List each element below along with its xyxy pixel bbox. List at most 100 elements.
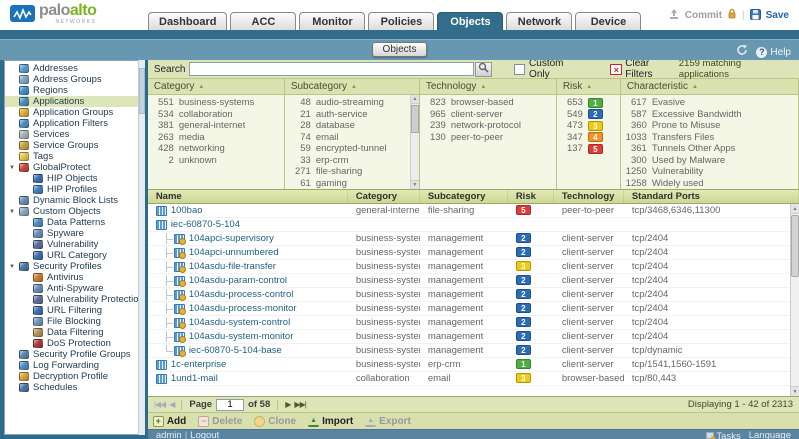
filter-item[interactable]: 28database xyxy=(285,120,419,132)
last-page-button[interactable]: ▶▶| xyxy=(294,400,305,409)
application-name-link[interactable]: 100bao xyxy=(171,205,203,216)
logout-link[interactable]: Logout xyxy=(190,430,219,439)
delete-button[interactable]: −Delete xyxy=(198,416,242,427)
filter-scrollbar[interactable]: ▲▼ xyxy=(410,95,419,189)
first-page-button[interactable]: |◀◀ xyxy=(154,400,165,409)
sidebar-item-hip-profiles[interactable]: HIP Profiles xyxy=(5,184,144,195)
prev-page-button[interactable]: ◀ xyxy=(169,400,174,409)
filter-item[interactable]: 263media xyxy=(148,132,284,144)
sidebar-item-vulnerability[interactable]: Vulnerability xyxy=(5,239,144,250)
filter-column-header-category[interactable]: Category▲ xyxy=(148,79,284,95)
filter-item[interactable]: 130peer-to-peer xyxy=(420,132,556,144)
table-scroll-thumb[interactable] xyxy=(791,215,799,277)
application-name-link[interactable]: 104asdu-process-monitor xyxy=(189,303,297,314)
tab-policies[interactable]: Policies xyxy=(368,12,434,30)
scroll-up-icon[interactable]: ▲ xyxy=(411,95,419,104)
filter-item[interactable]: 300Used by Malware xyxy=(621,155,798,167)
sidebar-item-dynamic-block-lists[interactable]: Dynamic Block Lists xyxy=(5,195,144,206)
expander-icon[interactable]: ▼ xyxy=(9,262,19,272)
sidebar-item-hip-objects[interactable]: HIP Objects xyxy=(5,173,144,184)
filter-column-header-characteristic[interactable]: Characteristic▲ xyxy=(621,79,798,95)
sidebar-item-url-filtering[interactable]: URL Filtering xyxy=(5,305,144,316)
application-name-link[interactable]: 104asdu-param-control xyxy=(189,275,287,286)
filter-item[interactable]: 617Evasive xyxy=(621,97,798,109)
filter-item[interactable]: 1258Widely used xyxy=(621,178,798,190)
column-header-technology[interactable]: Technology xyxy=(554,190,624,203)
filter-item[interactable]: 534collaboration xyxy=(148,109,284,121)
application-name-link[interactable]: 1c-enterprise xyxy=(171,359,226,370)
clone-button[interactable]: Clone xyxy=(254,416,296,427)
sidebar-item-spyware[interactable]: Spyware xyxy=(5,228,144,239)
sidebar-item-schedules[interactable]: Schedules xyxy=(5,382,144,393)
filter-item[interactable]: 823browser-based xyxy=(420,97,556,109)
filter-item[interactable]: 2unknown xyxy=(148,155,284,167)
application-name-link[interactable]: 104apci-supervisory xyxy=(189,233,274,244)
filter-item[interactable]: 3474 xyxy=(557,132,620,144)
language-button[interactable]: Language xyxy=(749,430,791,439)
page-input[interactable] xyxy=(216,399,244,411)
commit-button[interactable]: Commit xyxy=(685,10,722,21)
filter-item[interactable]: 1250Vulnerability xyxy=(621,166,798,178)
sidebar-scroll-thumb[interactable] xyxy=(139,68,145,114)
filter-item[interactable]: 361Tunnels Other Apps xyxy=(621,143,798,155)
filter-item[interactable]: 4733 xyxy=(557,120,620,132)
filter-item[interactable]: 48audio-streaming xyxy=(285,97,419,109)
sidebar-item-custom-objects[interactable]: ▼Custom Objects xyxy=(5,206,144,217)
breadcrumb[interactable]: Objects xyxy=(372,42,428,57)
sidebar-item-data-patterns[interactable]: Data Patterns xyxy=(5,217,144,228)
application-name-link[interactable]: 104asdu-file-transfer xyxy=(189,261,276,272)
application-name-link[interactable]: 104asdu-process-control xyxy=(189,289,294,300)
sidebar-item-application-filters[interactable]: Application Filters xyxy=(5,118,144,129)
tab-network[interactable]: Network xyxy=(506,12,572,30)
application-name-link[interactable]: iec-60870-5-104 xyxy=(171,219,240,230)
application-name-link[interactable]: 104asdu-system-control xyxy=(189,317,290,328)
filter-item[interactable]: 360Prone to Misuse xyxy=(621,120,798,132)
search-button[interactable] xyxy=(475,62,492,77)
add-button[interactable]: +Add xyxy=(153,416,186,427)
scroll-up-icon[interactable]: ▲ xyxy=(791,204,799,214)
sidebar-item-security-profile-groups[interactable]: Security Profile Groups xyxy=(5,349,144,360)
tasks-button[interactable]: Tasks xyxy=(706,430,740,439)
filter-item[interactable]: 551business-systems xyxy=(148,97,284,109)
sidebar-item-regions[interactable]: Regions xyxy=(5,85,144,96)
application-name-link[interactable]: 104asdu-system-monitor xyxy=(189,331,294,342)
sidebar-item-data-filtering[interactable]: Data Filtering xyxy=(5,327,144,338)
sidebar-item-url-category[interactable]: URL Category xyxy=(5,250,144,261)
column-header-subcategory[interactable]: Subcategory xyxy=(420,190,508,203)
filter-item[interactable]: 59encrypted-tunnel xyxy=(285,143,419,155)
sidebar-item-decryption-profile[interactable]: Decryption Profile xyxy=(5,371,144,382)
filter-item[interactable]: 61gaming xyxy=(285,178,419,190)
column-header-category[interactable]: Category xyxy=(348,190,420,203)
sidebar-item-antivirus[interactable]: Antivirus xyxy=(5,272,144,283)
admin-user-link[interactable]: admin xyxy=(156,430,182,439)
help-button[interactable]: ? Help xyxy=(756,47,791,58)
filter-item[interactable]: 6531 xyxy=(557,97,620,109)
sidebar-item-log-forwarding[interactable]: Log Forwarding xyxy=(5,360,144,371)
refresh-icon[interactable] xyxy=(736,43,748,61)
tab-monitor[interactable]: Monitor xyxy=(299,12,365,30)
search-input[interactable] xyxy=(189,62,475,76)
scroll-down-icon[interactable]: ▼ xyxy=(791,386,799,396)
sidebar-item-service-groups[interactable]: Service Groups xyxy=(5,140,144,151)
sidebar-item-globalprotect[interactable]: ▼GlobalProtect xyxy=(5,162,144,173)
sidebar-item-anti-spyware[interactable]: Anti-Spyware xyxy=(5,283,144,294)
filter-item[interactable]: 271file-sharing xyxy=(285,166,419,178)
save-button[interactable]: Save xyxy=(766,10,789,21)
filter-item[interactable]: 1375 xyxy=(557,143,620,155)
expander-icon[interactable]: ▼ xyxy=(9,207,19,217)
application-name-link[interactable]: 1und1-mail xyxy=(171,373,218,384)
filter-column-header-risk[interactable]: Risk▲ xyxy=(557,79,620,95)
column-header-standard-ports[interactable]: Standard Ports xyxy=(624,190,799,203)
scroll-thumb[interactable] xyxy=(411,105,419,133)
filter-column-header-technology[interactable]: Technology▲ xyxy=(420,79,556,95)
tab-acc[interactable]: ACC xyxy=(230,12,296,30)
expander-icon[interactable]: ▼ xyxy=(9,163,19,173)
column-header-risk[interactable]: Risk xyxy=(508,190,554,203)
sidebar-item-file-blocking[interactable]: File Blocking xyxy=(5,316,144,327)
filter-item[interactable]: 33erp-crm xyxy=(285,155,419,167)
tab-objects[interactable]: Objects xyxy=(437,12,503,30)
sidebar-item-address-groups[interactable]: Address Groups xyxy=(5,74,144,85)
sidebar-item-security-profiles[interactable]: ▼Security Profiles xyxy=(5,261,144,272)
filter-item[interactable]: 1033Transfers Files xyxy=(621,132,798,144)
filter-item[interactable]: 5492 xyxy=(557,109,620,121)
